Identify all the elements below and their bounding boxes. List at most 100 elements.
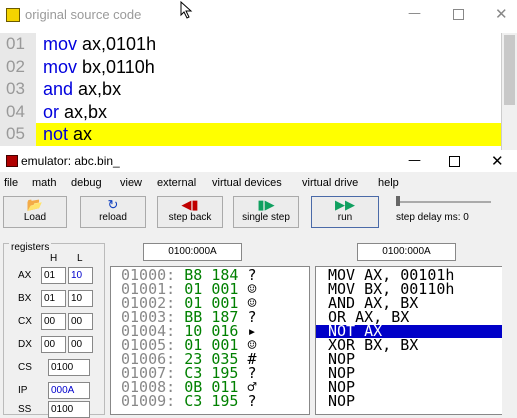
code-args: ax,0101h bbox=[77, 34, 157, 54]
code-text: and ax,bx bbox=[43, 78, 121, 100]
menu-virtual-devices[interactable]: virtual devices bbox=[212, 177, 282, 189]
load-button[interactable]: 📂 Load bbox=[3, 196, 67, 228]
ss-field[interactable]: 0100 bbox=[48, 401, 90, 418]
step-back-button[interactable]: ◀▮ step back bbox=[157, 196, 223, 228]
register-name: AX bbox=[18, 270, 32, 281]
maximize-icon[interactable] bbox=[449, 156, 460, 167]
bx-high-field[interactable]: 01 bbox=[41, 290, 66, 307]
close-icon[interactable]: ✕ bbox=[495, 5, 508, 23]
code-text: mov bx,0110h bbox=[43, 56, 155, 78]
register-name: DX bbox=[18, 339, 32, 350]
close-icon[interactable]: ✕ bbox=[491, 152, 504, 170]
code-keyword: or bbox=[43, 101, 60, 122]
folder-icon: 📂 bbox=[26, 197, 44, 212]
code-args: ax,bx bbox=[73, 79, 122, 99]
ax-high-field[interactable]: 01 bbox=[41, 267, 66, 284]
disassembly-scrollbar[interactable] bbox=[502, 266, 517, 415]
memory-address: 01009: bbox=[121, 392, 176, 410]
reload-label: reload bbox=[99, 212, 127, 223]
code-text: mov ax,0101h bbox=[43, 33, 156, 55]
menu-math[interactable]: math bbox=[32, 177, 56, 189]
dx-low-field[interactable]: 00 bbox=[68, 336, 93, 353]
single-step-icon: ▮▶ bbox=[257, 197, 275, 212]
code-args: ax bbox=[68, 124, 93, 144]
memory-address-field[interactable]: 0100:000A bbox=[143, 243, 242, 261]
dx-high-field[interactable]: 00 bbox=[41, 336, 66, 353]
memory-dec: 195 bbox=[211, 392, 239, 410]
step-back-label: step back bbox=[168, 212, 212, 223]
line-number: 03 bbox=[0, 78, 36, 101]
code-args: ax,bx bbox=[59, 101, 108, 122]
line-number: 05 bbox=[0, 123, 36, 146]
code-line[interactable]: 02 mov bx,0110h bbox=[0, 55, 501, 78]
code-keyword: and bbox=[43, 79, 74, 99]
emulator-icon bbox=[6, 155, 18, 167]
menu-virtual-drive[interactable]: virtual drive bbox=[302, 177, 358, 189]
step-delay-control: step delay ms: 0 bbox=[396, 196, 516, 228]
bx-low-field[interactable]: 10 bbox=[68, 290, 93, 307]
emulator-title-bar[interactable]: emulator: abc.bin_ — ✕ bbox=[0, 150, 517, 172]
menu-view[interactable]: view bbox=[120, 177, 142, 189]
code-keyword: not bbox=[43, 124, 69, 144]
ax-low-field[interactable]: 10 bbox=[68, 267, 93, 284]
register-name: CX bbox=[18, 316, 32, 327]
register-name: SS bbox=[18, 404, 32, 415]
ip-field[interactable]: 000A bbox=[48, 382, 90, 399]
minimize-icon[interactable]: — bbox=[408, 153, 421, 168]
cx-low-field[interactable]: 00 bbox=[68, 313, 93, 330]
step-back-icon: ◀▮ bbox=[181, 197, 199, 212]
h-header: H bbox=[50, 253, 58, 264]
code-line[interactable]: 04 or ax,bx bbox=[0, 100, 501, 123]
reload-icon: ↻ bbox=[107, 197, 119, 212]
menu-bar: file math debug view external virtual de… bbox=[0, 175, 517, 193]
app-icon bbox=[6, 8, 20, 22]
single-step-button[interactable]: ▮▶ single step bbox=[233, 196, 299, 228]
code-keyword: mov bbox=[43, 56, 78, 77]
disassembly-row[interactable]: NOP bbox=[316, 394, 513, 409]
disassembly-list[interactable]: MOV AX, 00101h MOV BX, 00110h AND AX, BX… bbox=[315, 266, 517, 415]
source-title-bar[interactable]: original source code — ✕ bbox=[0, 0, 517, 30]
emulator-title: emulator: abc.bin_ bbox=[21, 154, 120, 168]
maximize-icon[interactable] bbox=[453, 9, 464, 20]
registers-label: registers bbox=[9, 242, 52, 253]
memory-char: ? bbox=[247, 392, 257, 410]
source-window-title: original source code bbox=[25, 7, 142, 22]
run-icon: ▶▶ bbox=[335, 197, 355, 212]
memory-row[interactable]: 01009: C3 195 ? bbox=[121, 392, 257, 410]
code-args: bx,0110h bbox=[77, 56, 155, 77]
l-header: L bbox=[77, 253, 83, 264]
register-name: IP bbox=[18, 385, 28, 396]
reload-button[interactable]: ↻ reload bbox=[80, 196, 146, 228]
source-scrollbar[interactable] bbox=[501, 33, 517, 150]
code-line[interactable]: 03 and ax,bx bbox=[0, 78, 501, 101]
register-name: BX bbox=[18, 293, 32, 304]
step-delay-slider[interactable] bbox=[396, 201, 491, 203]
disassembly-address-field[interactable]: 0100:000A bbox=[357, 243, 456, 261]
menu-help[interactable]: help bbox=[378, 177, 399, 189]
run-label: run bbox=[337, 212, 353, 223]
code-line-current[interactable]: 05 not ax bbox=[0, 123, 501, 146]
line-number: 04 bbox=[0, 100, 36, 123]
code-text: or ax,bx bbox=[43, 101, 107, 123]
cs-field[interactable]: 0100 bbox=[48, 359, 90, 376]
code-text: not ax bbox=[43, 123, 92, 145]
mouse-cursor-icon bbox=[180, 0, 194, 23]
run-button[interactable]: ▶▶ run bbox=[311, 196, 379, 228]
code-editor[interactable]: 01 mov ax,0101h 02 mov bx,0110h 03 and a… bbox=[0, 33, 501, 150]
registers-panel: registers H L AX 01 10 BX 01 10 CX 00 00… bbox=[3, 242, 105, 418]
scroll-thumb[interactable] bbox=[504, 35, 515, 105]
step-delay-slider-thumb[interactable] bbox=[396, 196, 400, 206]
single-step-label: single step bbox=[242, 212, 290, 223]
cx-high-field[interactable]: 00 bbox=[41, 313, 66, 330]
code-keyword: mov bbox=[43, 34, 78, 54]
memory-list[interactable]: 01000: B8 184 ? 01001: 01 001 ☺ 01002: 0… bbox=[110, 266, 310, 415]
load-label: Load bbox=[23, 212, 47, 223]
code-line[interactable]: 01 mov ax,0101h bbox=[0, 33, 501, 56]
step-delay-label: step delay ms: 0 bbox=[396, 212, 469, 223]
menu-file[interactable]: file bbox=[4, 177, 18, 189]
line-number: 01 bbox=[0, 33, 36, 56]
menu-external[interactable]: external bbox=[157, 177, 196, 189]
menu-debug[interactable]: debug bbox=[71, 177, 102, 189]
minimize-icon[interactable]: — bbox=[408, 6, 421, 21]
line-number: 02 bbox=[0, 55, 36, 78]
